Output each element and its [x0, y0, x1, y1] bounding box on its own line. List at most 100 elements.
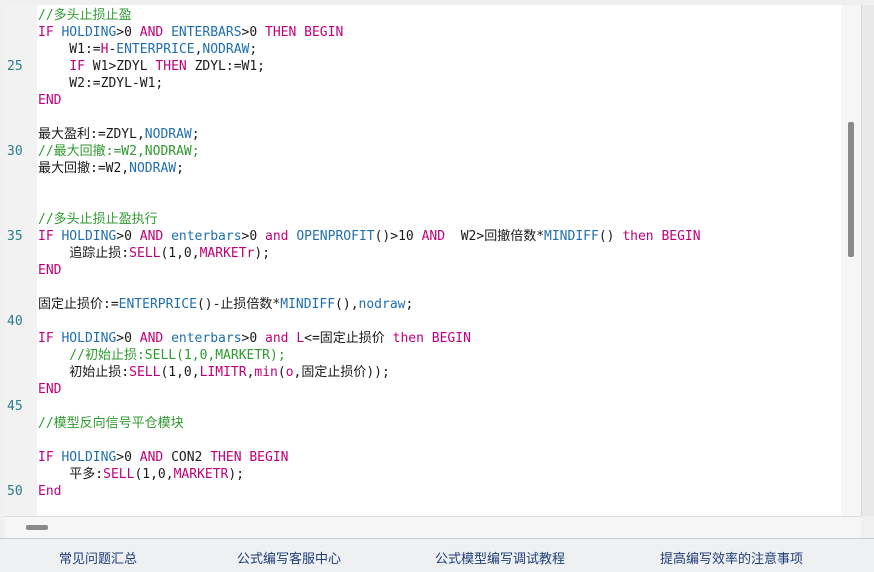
code-token: AND — [139, 450, 172, 465]
link-support-center[interactable]: 公式编写客服中心 — [237, 548, 341, 567]
code-token: HOLDING — [61, 25, 117, 40]
code-token: MARKETR — [173, 467, 229, 482]
code-line[interactable]: IF HOLDING>0 AND enterbars>0 and L<=固定止损… — [38, 330, 471, 347]
link-debug-tutorial[interactable]: 公式模型编写调试教程 — [435, 548, 565, 567]
line-number: 45 — [7, 399, 23, 414]
code-token: AND — [421, 229, 446, 244]
line-number: 50 — [7, 484, 23, 499]
line-number: 30 — [7, 144, 23, 159]
code-token: IF — [38, 331, 62, 346]
vertical-scroll-thumb[interactable] — [848, 122, 854, 257]
code-line[interactable]: END — [38, 92, 61, 109]
code-token: and — [265, 331, 297, 346]
code-token: IF — [38, 450, 62, 465]
code-token: CON2 — [171, 450, 211, 465]
code-token: ); — [254, 246, 271, 261]
line-number: 35 — [7, 229, 23, 244]
code-line[interactable]: //多头止损止盈 — [38, 7, 132, 24]
code-token: (1,0, — [160, 246, 200, 261]
code-token: //多头止损止盈 — [38, 8, 132, 23]
code-token: 最大盈利:=ZDYL, — [38, 127, 145, 142]
code-line[interactable]: //模型反向信号平仓模块 — [38, 415, 184, 432]
code-token: >0 — [241, 331, 266, 346]
code-token: 平多: — [38, 467, 104, 482]
code-token: >0 — [116, 331, 140, 346]
code-token: SELL — [129, 246, 161, 261]
code-token: IF — [69, 59, 93, 74]
code-token: AND — [139, 229, 172, 244]
code-token: (1,0, — [160, 365, 200, 380]
code-line[interactable]: 追踪止损:SELL(1,0,MARKETr); — [38, 245, 270, 262]
code-line[interactable]: 平多:SELL(1,0,MARKETR); — [38, 466, 244, 483]
code-token: and — [265, 229, 297, 244]
code-token: >0 — [116, 25, 140, 40]
code-line[interactable]: //多头止损止盈执行 — [38, 211, 158, 228]
horizontal-scroll-thumb[interactable] — [26, 525, 48, 530]
code-token: SELL — [103, 467, 135, 482]
code-token: HOLDING — [61, 229, 117, 244]
code-token: AND — [139, 331, 172, 346]
code-token: END — [38, 93, 62, 108]
vertical-scrollbar[interactable] — [841, 5, 861, 516]
code-token: MARKETr — [199, 246, 255, 261]
code-line[interactable]: IF HOLDING>0 AND enterbars>0 and OPENPRO… — [38, 228, 701, 245]
code-token: HOLDING — [61, 331, 117, 346]
code-line[interactable]: //最大回撤:=W2,NODRAW; — [38, 143, 200, 160]
code-line[interactable]: End — [38, 483, 61, 500]
code-line[interactable]: 固定止损价:=ENTERPRICE()-止损倍数*MINDIFF(),nodra… — [38, 296, 413, 313]
code-token: End — [38, 484, 62, 499]
code-token: ()>10 — [374, 229, 422, 244]
code-token: min — [254, 365, 278, 380]
code-token: <=固定止损价 — [304, 331, 393, 346]
code-line[interactable]: IF W1>ZDYL THEN ZDYL:=W1; — [38, 58, 265, 75]
code-token: THEN BEGIN — [265, 25, 344, 40]
code-editor[interactable]: 25 30 35 40 45 50 //多头止损止盈 IF HOLDING>0 A… — [5, 5, 841, 516]
line-number: 40 — [7, 314, 23, 329]
code-token: HOLDING — [61, 450, 117, 465]
code-token: ; — [405, 297, 414, 312]
code-token: ; — [176, 161, 184, 176]
code-line[interactable]: //初始止损:SELL(1,0,MARKETR); — [38, 347, 286, 364]
code-token: IF — [38, 25, 62, 40]
code-token: SELL — [129, 365, 161, 380]
code-token: IF — [38, 229, 62, 244]
code-token: 追踪止损: — [38, 246, 130, 261]
help-links-bar: 常见问题汇总 公式编写客服中心 公式模型编写调试教程 提高编写效率的注意事项 — [0, 538, 874, 572]
side-panel-edge — [861, 5, 874, 516]
code-token: MINDIFF — [280, 297, 336, 312]
code-line[interactable]: 最大盈利:=ZDYL,NODRAW; — [38, 126, 200, 143]
code-line[interactable]: IF HOLDING>0 AND CON2 THEN BEGIN — [38, 449, 289, 466]
code-token: ); — [228, 467, 245, 482]
code-line[interactable]: W1:=H-ENTERPRICE,NODRAW; — [38, 41, 257, 58]
code-token: 初始止损: — [38, 365, 130, 380]
code-token: NODRAW — [129, 161, 177, 176]
code-token: W2:=ZDYL-W1; — [38, 76, 164, 91]
code-token: () — [598, 229, 623, 244]
code-token: (1,0, — [134, 467, 174, 482]
code-line[interactable]: END — [38, 381, 61, 398]
horizontal-scrollbar[interactable] — [5, 516, 861, 538]
code-token: o — [285, 365, 294, 380]
code-line[interactable]: IF HOLDING>0 AND ENTERBARS>0 THEN BEGIN — [38, 24, 343, 41]
code-token: AND — [139, 25, 172, 40]
code-token: ENTERPRICE — [116, 42, 195, 57]
code-line[interactable]: W2:=ZDYL-W1; — [38, 75, 163, 92]
code-token: ()-止损倍数* — [196, 297, 281, 312]
code-token: ( — [277, 365, 286, 380]
link-efficiency-tips[interactable]: 提高编写效率的注意事项 — [660, 548, 803, 567]
code-token: >0 — [241, 25, 266, 40]
code-token: //多头止损止盈执行 — [38, 212, 158, 227]
code-token: //最大回撤:=W2,NODRAW; — [38, 144, 200, 159]
code-line[interactable]: 初始止损:SELL(1,0,LIMITR,min(o,固定止损价)); — [38, 364, 390, 381]
code-token: enterbars — [171, 331, 242, 346]
code-token: >0 — [241, 229, 266, 244]
code-token: THEN — [155, 59, 195, 74]
code-token: MINDIFF — [544, 229, 599, 244]
code-line[interactable]: END — [38, 262, 61, 279]
code-line[interactable]: 最大回撤:=W2,NODRAW; — [38, 160, 184, 177]
code-token: 最大回撤:=W2, — [38, 161, 130, 176]
link-faq[interactable]: 常见问题汇总 — [59, 548, 137, 567]
code-token: 固定止损价:= — [38, 297, 119, 312]
code-token: //初始止损:SELL(1,0,MARKETR); — [38, 348, 286, 363]
